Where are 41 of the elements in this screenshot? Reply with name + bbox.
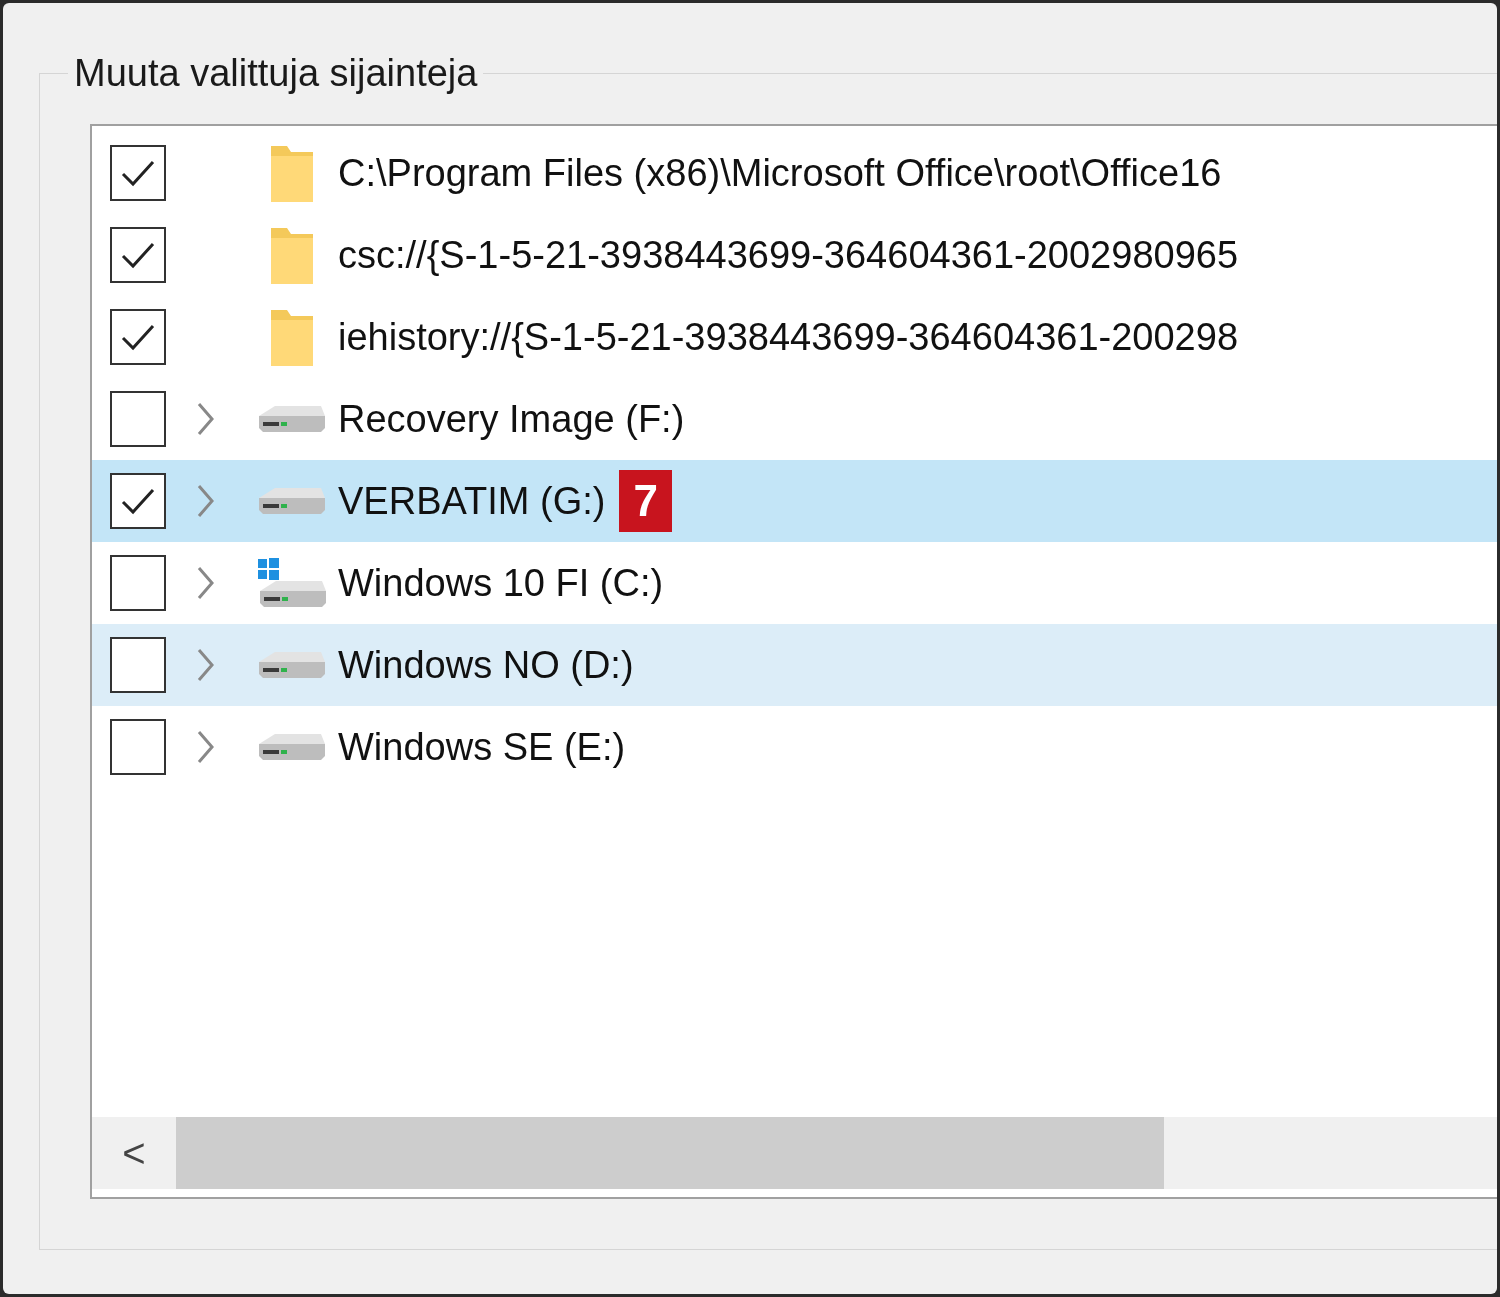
list-row[interactable]: Windows 10 FI (C:) <box>92 542 1497 624</box>
location-label: Recovery Image (F:) <box>338 397 685 442</box>
drive-icon <box>258 733 326 761</box>
checkbox[interactable] <box>110 309 166 365</box>
list-row[interactable]: Windows NO (D:) <box>92 624 1497 706</box>
scroll-left-arrow[interactable]: < <box>92 1123 176 1183</box>
drive-icon <box>258 405 326 433</box>
list-row[interactable]: Windows SE (E:) <box>92 706 1497 788</box>
location-label: Windows SE (E:) <box>338 725 626 770</box>
drive-icon <box>258 651 326 679</box>
checkmark-icon <box>120 322 156 352</box>
checkbox[interactable] <box>110 555 166 611</box>
checkmark-icon <box>120 486 156 516</box>
checkbox[interactable] <box>110 227 166 283</box>
list-row[interactable]: C:\Program Files (x86)\Microsoft Office\root\Office16 <box>92 132 1497 214</box>
chevron-right-icon[interactable] <box>196 401 216 437</box>
number-badge: 7 <box>619 470 672 532</box>
scrollbar-thumb[interactable] <box>176 1117 1164 1189</box>
chevron-right-icon[interactable] <box>196 483 216 519</box>
windows-drive-icon <box>258 558 326 608</box>
list-row[interactable]: csc://{S-1-5-21-3938443699-364604361-2002980965 <box>92 214 1497 296</box>
list-row[interactable]: VERBATIM (G:) 7 <box>92 460 1497 542</box>
checkbox[interactable] <box>110 637 166 693</box>
location-label: Windows NO (D:) <box>338 643 634 688</box>
chevron-right-icon[interactable] <box>196 565 216 601</box>
location-label: iehistory://{S-1-5-21-3938443699-364604361-200298 <box>338 315 1238 360</box>
checkbox[interactable] <box>110 719 166 775</box>
location-label: Windows 10 FI (C:) <box>338 561 664 606</box>
checkbox[interactable] <box>110 391 166 447</box>
chevron-right-icon[interactable] <box>196 647 216 683</box>
checkbox[interactable] <box>110 473 166 529</box>
drive-icon <box>258 487 326 515</box>
checkmark-icon <box>120 158 156 188</box>
checkmark-icon <box>120 240 156 270</box>
location-label: C:\Program Files (x86)\Microsoft Office\root\Office16 <box>338 151 1222 196</box>
list-row[interactable]: Recovery Image (F:) <box>92 378 1497 460</box>
list-row[interactable]: iehistory://{S-1-5-21-3938443699-364604361-200298 <box>92 296 1497 378</box>
location-label: VERBATIM (G:) <box>338 479 606 524</box>
checkbox[interactable] <box>110 145 166 201</box>
location-label: csc://{S-1-5-21-3938443699-364604361-2002980965 <box>338 233 1239 278</box>
chevron-right-icon[interactable] <box>196 729 216 765</box>
